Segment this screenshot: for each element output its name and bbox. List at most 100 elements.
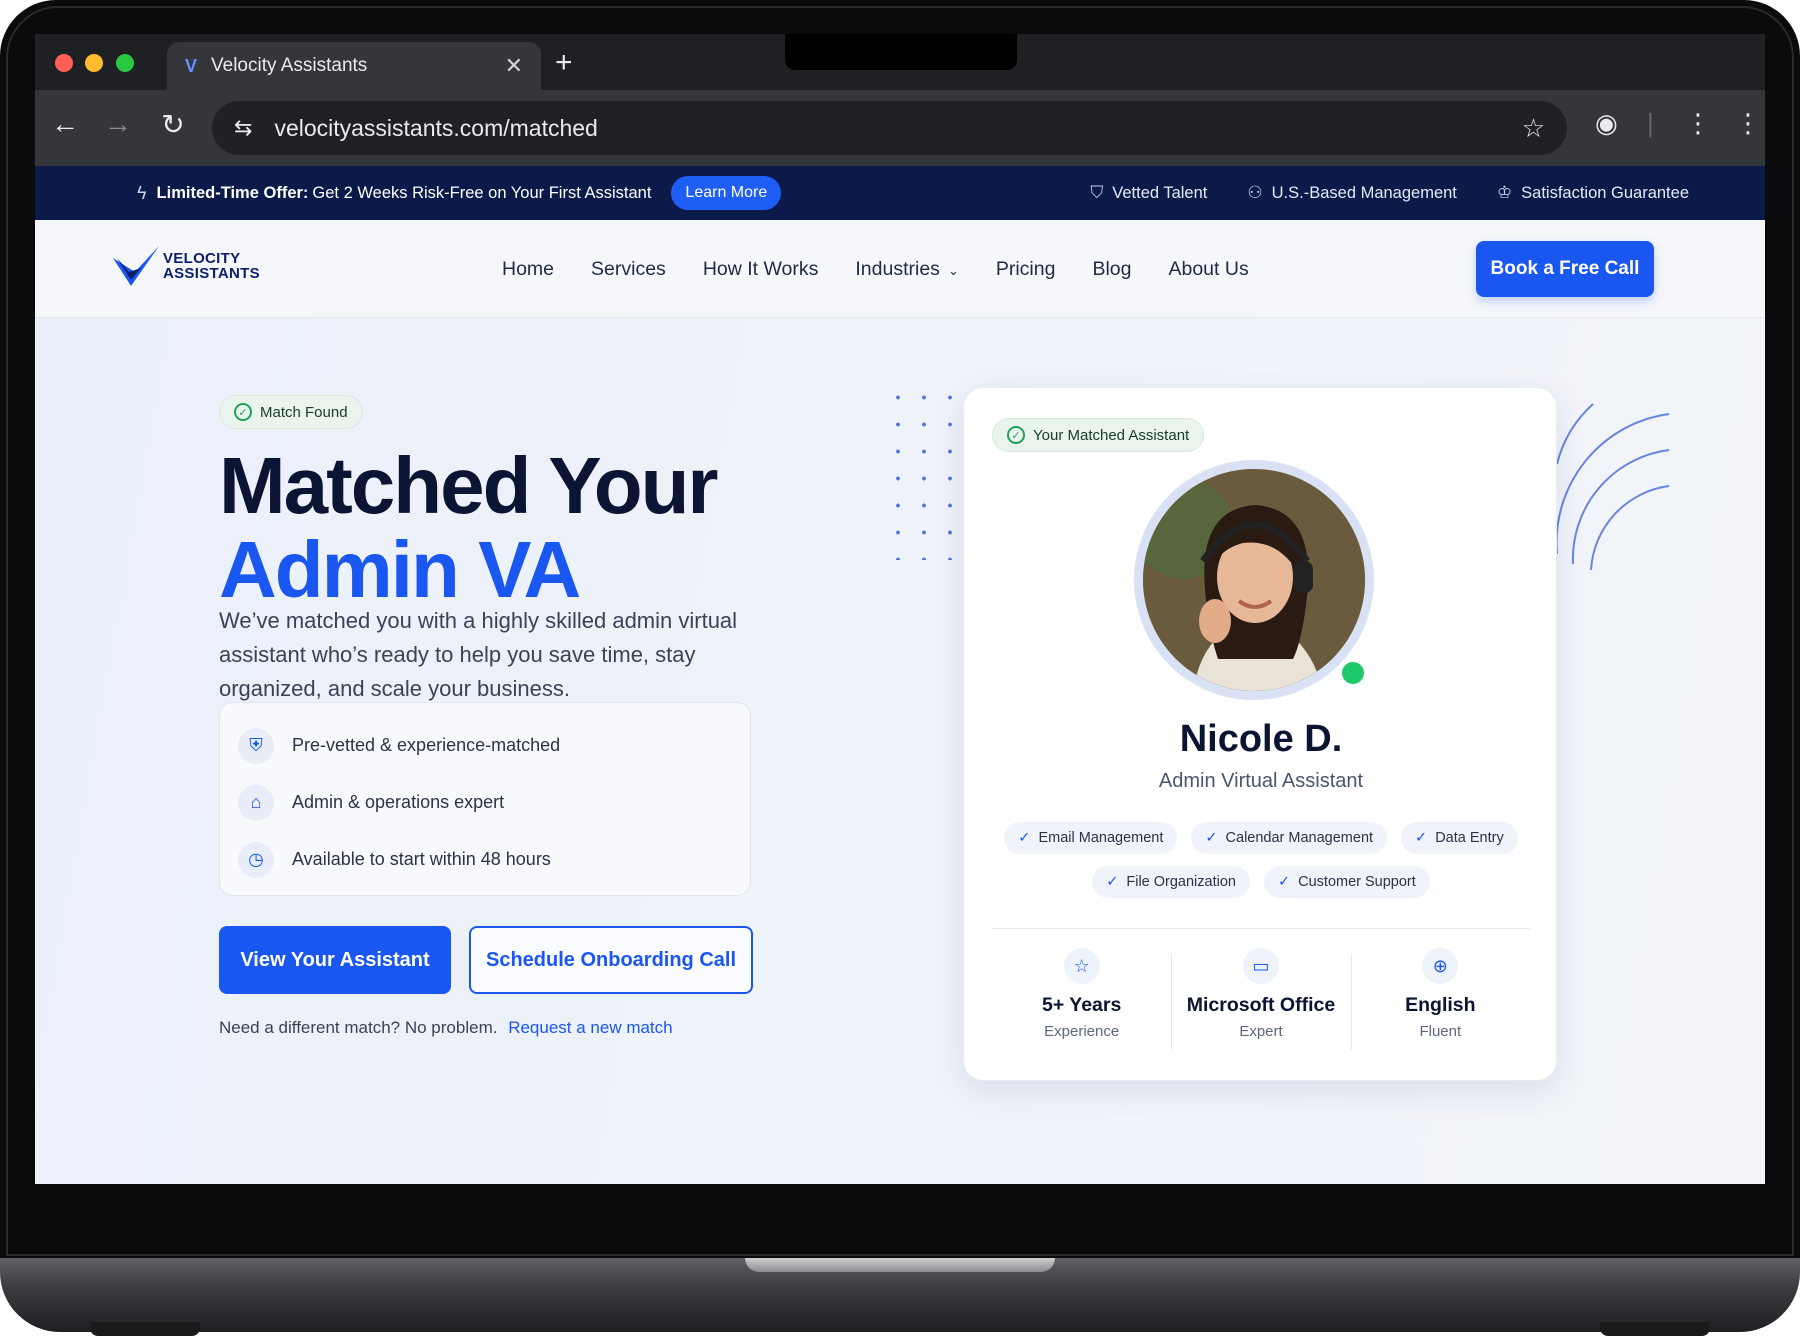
promo-badge-vetted: ⛉ Vetted Talent — [1091, 183, 1208, 203]
laptop-foot — [90, 1322, 200, 1336]
skill-tag: ✓ Calendar Management — [1191, 822, 1388, 854]
skill-label: Customer Support — [1298, 874, 1416, 890]
learn-more-button[interactable]: Learn More — [671, 176, 782, 210]
assistant-name: Nicole D. — [1179, 718, 1343, 760]
matched-assistant-badge: ✓ Your Matched Assistant — [992, 418, 1205, 452]
shield-check-icon: ⛉ — [1090, 183, 1104, 202]
skill-tag: ✓ Data Entry — [1401, 822, 1518, 854]
book-free-call-button[interactable]: Book a Free Call — [1476, 241, 1654, 297]
assistant-role: Admin Virtual Assistant — [1158, 770, 1364, 792]
online-status-indicator — [1338, 658, 1368, 688]
tab-close-icon[interactable]: ✕ — [505, 53, 523, 79]
browser-tab-active[interactable]: V Velocity Assistants ✕ — [167, 42, 541, 90]
promo-badge-label: U.S.-Based Management — [1271, 183, 1457, 202]
feature-label: Admin & operations expert — [292, 792, 505, 812]
check-icon: ✓ — [1415, 830, 1428, 846]
logo-text-line2: ASSISTANTS — [163, 265, 260, 282]
feature-item: ⌂ Admin & operations expert — [238, 774, 732, 831]
window-close-button[interactable] — [55, 54, 73, 72]
avatar — [1143, 469, 1365, 691]
skill-tags: ✓ Email Management ✓ Calendar Management ✓… — [986, 822, 1536, 898]
lightning-bolt-icon: ϟ — [137, 182, 147, 203]
trophy-icon: ♔ — [1496, 183, 1513, 202]
check-icon: ✓ — [1018, 830, 1031, 846]
skill-tag: ✓ Email Management — [1004, 822, 1178, 854]
stat-value: 5+ Years — [1041, 994, 1122, 1016]
new-tab-button[interactable]: + — [555, 46, 573, 80]
skill-label: Data Entry — [1435, 830, 1504, 846]
stat-value: Microsoft Office — [1186, 994, 1336, 1016]
camera-notch — [785, 34, 1017, 70]
site-header: VELOCITY ASSISTANTS Home Services How It… — [35, 220, 1765, 318]
browser-toolbar: ← → ↻ ⇆ velocityassistants.com/matched ☆… — [35, 90, 1765, 166]
window-maximize-button[interactable] — [116, 54, 134, 72]
user-icon: ⚇ — [1247, 183, 1263, 202]
matched-assistant-card: ✓ Your Matched Assistant Nicole D. Admin… — [963, 387, 1557, 1081]
nav-how-it-works[interactable]: How It Works — [703, 258, 819, 281]
logo-text-line1: VELOCITY — [163, 250, 241, 267]
stat-experience: ☆ 5+ Years Experience — [992, 948, 1171, 1058]
check-icon: ✓ — [1205, 830, 1218, 846]
decorative-arcs-icon — [1555, 403, 1670, 571]
skill-label: File Organization — [1126, 874, 1236, 890]
monitor-icon: ▭ — [1242, 948, 1279, 984]
match-found-badge: ✓ Match Found — [219, 395, 363, 429]
reload-icon[interactable]: ↻ — [153, 108, 193, 141]
feature-label: Available to start within 48 hours — [292, 849, 551, 869]
stat-label: Experience — [1044, 1023, 1120, 1040]
stat-software: ▭ Microsoft Office Expert — [1171, 948, 1350, 1058]
view-assistant-button[interactable]: View Your Assistant — [219, 926, 451, 994]
assistant-stats: ☆ 5+ Years Experience ▭ Microsoft Office… — [992, 948, 1530, 1058]
nav-services[interactable]: Services — [591, 258, 666, 281]
schedule-onboarding-button[interactable]: Schedule Onboarding Call — [469, 926, 753, 994]
velocity-logo-icon — [113, 246, 159, 286]
chevron-down-icon: ⌄ — [947, 262, 959, 278]
rematch-text: Need a different match? No problem. — [219, 1018, 498, 1037]
promo-text: Get 2 Weeks Risk-Free on Your First Assi… — [312, 183, 652, 202]
hero-section: ✓ Match Found Matched Your Admin VA We’v… — [35, 318, 1765, 1184]
url-text[interactable]: velocityassistants.com/matched — [274, 115, 1521, 142]
check-icon: ✓ — [1277, 874, 1291, 890]
check-circle-icon: ✓ — [1007, 426, 1025, 444]
nav-pricing[interactable]: Pricing — [996, 258, 1056, 281]
promo-bar: ϟ Limited-Time Offer: Get 2 Weeks Risk-F… — [35, 166, 1765, 220]
hero-title-line2: Admin VA — [219, 525, 581, 614]
request-new-match-link[interactable]: Request a new match — [508, 1018, 672, 1037]
nav-blog[interactable]: Blog — [1092, 258, 1131, 281]
profile-icon[interactable]: ◉ — [1595, 108, 1618, 139]
main-nav: Home Services How It Works Industries ⌄ P… — [502, 220, 1249, 318]
stat-label: Fluent — [1419, 1023, 1462, 1040]
address-bar[interactable]: ⇆ velocityassistants.com/matched ☆ — [212, 101, 1567, 155]
site-settings-icon[interactable]: ⇆ — [234, 115, 252, 141]
card-divider — [992, 928, 1530, 929]
bookmark-star-icon[interactable]: ☆ — [1522, 113, 1545, 144]
forward-arrow-icon[interactable]: → — [98, 108, 138, 140]
promo-badge-label: Vetted Talent — [1112, 183, 1208, 202]
nav-about-us[interactable]: About Us — [1168, 258, 1248, 281]
back-arrow-icon[interactable]: ← — [45, 108, 85, 140]
nav-industries[interactable]: Industries ⌄ — [855, 258, 958, 281]
tab-title: Velocity Assistants — [211, 55, 368, 76]
browser-menu-icon[interactable]: ⋮ — [1735, 108, 1761, 139]
check-circle-icon: ✓ — [234, 403, 252, 421]
match-found-label: Match Found — [260, 403, 348, 421]
nav-industries-label: Industries — [855, 257, 940, 280]
extensions-menu-icon[interactable]: ⋮ — [1685, 108, 1711, 139]
nav-home[interactable]: Home — [502, 258, 554, 281]
clock-icon: ◷ — [238, 841, 274, 878]
skill-label: Calendar Management — [1225, 830, 1374, 846]
shield-check-icon: ⛨ — [238, 727, 274, 764]
graduation-cap-icon: ⌂ — [238, 784, 274, 821]
stat-label: Expert — [1239, 1023, 1283, 1040]
promo-badge-management: ⚇ U.S.-Based Management — [1247, 183, 1457, 203]
skill-label: Email Management — [1038, 830, 1164, 846]
check-icon: ✓ — [1106, 874, 1119, 890]
window-minimize-button[interactable] — [85, 54, 103, 72]
promo-badge-guarantee: ♔ Satisfaction Guarantee — [1497, 183, 1689, 203]
hero-title: Matched Your Admin VA — [219, 444, 719, 614]
velocity-logo[interactable]: VELOCITY ASSISTANTS — [111, 242, 260, 290]
skill-tag: ✓ File Organization — [1092, 866, 1250, 898]
laptop-foot — [1600, 1322, 1710, 1336]
rematch-note: Need a different match? No problem. Requ… — [219, 1018, 673, 1038]
stat-value: English — [1405, 994, 1476, 1016]
